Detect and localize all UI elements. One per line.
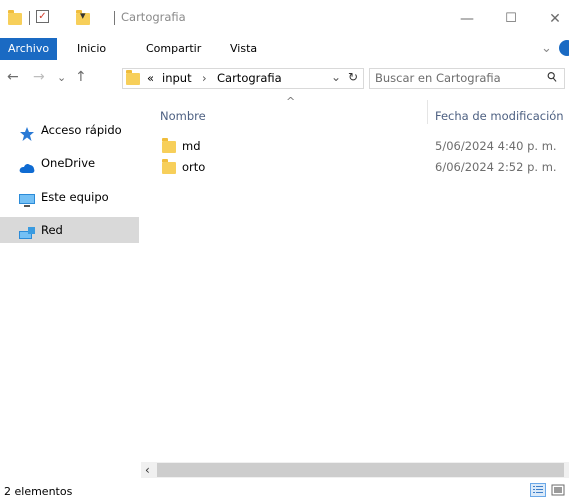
address-bar[interactable]: « input › Cartografia ⌄ ↻ [122,68,364,89]
large-icons-view-icon[interactable] [550,483,566,497]
nav-item-label: Red [41,223,63,237]
file-date: 6/06/2024 2:52 p. m. [435,160,557,174]
scrollbar-thumb[interactable] [157,463,564,477]
address-dropdown-icon[interactable]: ⌄ [331,70,341,84]
window-title: Cartografia [121,10,186,24]
search-placeholder: Buscar en Cartografia [375,71,501,85]
qat-dropdown-icon[interactable]: ▾ [80,9,86,22]
folder-icon [8,10,22,25]
properties-icon[interactable]: ✓ [36,10,49,23]
tab-inicio[interactable]: Inicio [77,38,106,60]
recent-locations-button[interactable]: ⌄ [57,71,66,84]
nav-item-onedrive[interactable]: OneDrive [0,150,139,176]
nav-item-label: Acceso rápido [41,123,122,137]
help-icon[interactable] [559,40,569,56]
horizontal-scrollbar[interactable]: ‹ [141,462,569,478]
cloud-icon [19,157,35,173]
column-divider[interactable] [427,100,428,124]
file-name: orto [182,160,206,174]
item-count: 2 elementos [4,485,73,498]
tab-compartir[interactable]: Compartir [146,38,201,60]
folder-icon [126,70,140,85]
folder-icon [162,138,176,153]
refresh-icon[interactable]: ↻ [348,70,358,84]
address-row: ← → ⌄ ↑ « input › Cartografia ⌄ ↻ Buscar… [0,62,569,94]
nav-item-red[interactable]: Red [0,217,139,243]
divider [29,11,30,25]
status-bar: 2 elementos [0,480,569,501]
column-header-date[interactable]: Fecha de modificación [435,109,564,123]
back-button[interactable]: ← [7,69,19,85]
star-icon [19,124,35,141]
tab-vista[interactable]: Vista [230,38,257,60]
divider [114,11,115,25]
breadcrumb-separator[interactable]: › [202,71,207,85]
title-bar: ✓ ▾ Cartografia — ☐ ✕ [0,0,569,38]
up-button[interactable]: ↑ [75,69,87,85]
ribbon-tabs: Archivo Inicio Compartir Vista ⌄ [0,38,569,60]
column-header-name[interactable]: Nombre [160,109,206,123]
search-input[interactable]: Buscar en Cartografia ⚲ [369,68,565,89]
search-icon[interactable]: ⚲ [544,69,561,87]
details-view-icon[interactable] [530,483,546,497]
nav-item-label: OneDrive [41,156,96,170]
navigation-pane: Acceso rápido OneDrive Este equipo Red [0,96,140,471]
minimize-button[interactable]: — [447,4,487,34]
close-button[interactable]: ✕ [535,4,569,34]
ribbon-expand-icon[interactable]: ⌄ [541,38,552,60]
nav-item-este-equipo[interactable]: Este equipo [0,184,139,210]
file-name: md [182,139,201,153]
scroll-left-button[interactable]: ‹ [145,462,150,478]
breadcrumb-cartografia[interactable]: Cartografia [217,71,282,85]
network-icon [19,224,35,239]
sort-indicator-icon: ^ [286,95,296,108]
folder-icon [162,159,176,174]
tab-archivo[interactable]: Archivo [0,38,57,60]
file-row[interactable]: orto 6/06/2024 2:52 p. m. [162,157,569,177]
breadcrumb-input[interactable]: input [162,71,192,85]
address-overflow[interactable]: « [147,71,154,85]
nav-item-acceso-rapido[interactable]: Acceso rápido [0,117,139,143]
file-row[interactable]: md 5/06/2024 4:40 p. m. [162,136,569,156]
nav-item-label: Este equipo [41,190,109,204]
file-date: 5/06/2024 4:40 p. m. [435,139,557,153]
computer-icon [19,191,35,207]
maximize-button[interactable]: ☐ [491,4,531,34]
forward-button[interactable]: → [33,69,45,85]
